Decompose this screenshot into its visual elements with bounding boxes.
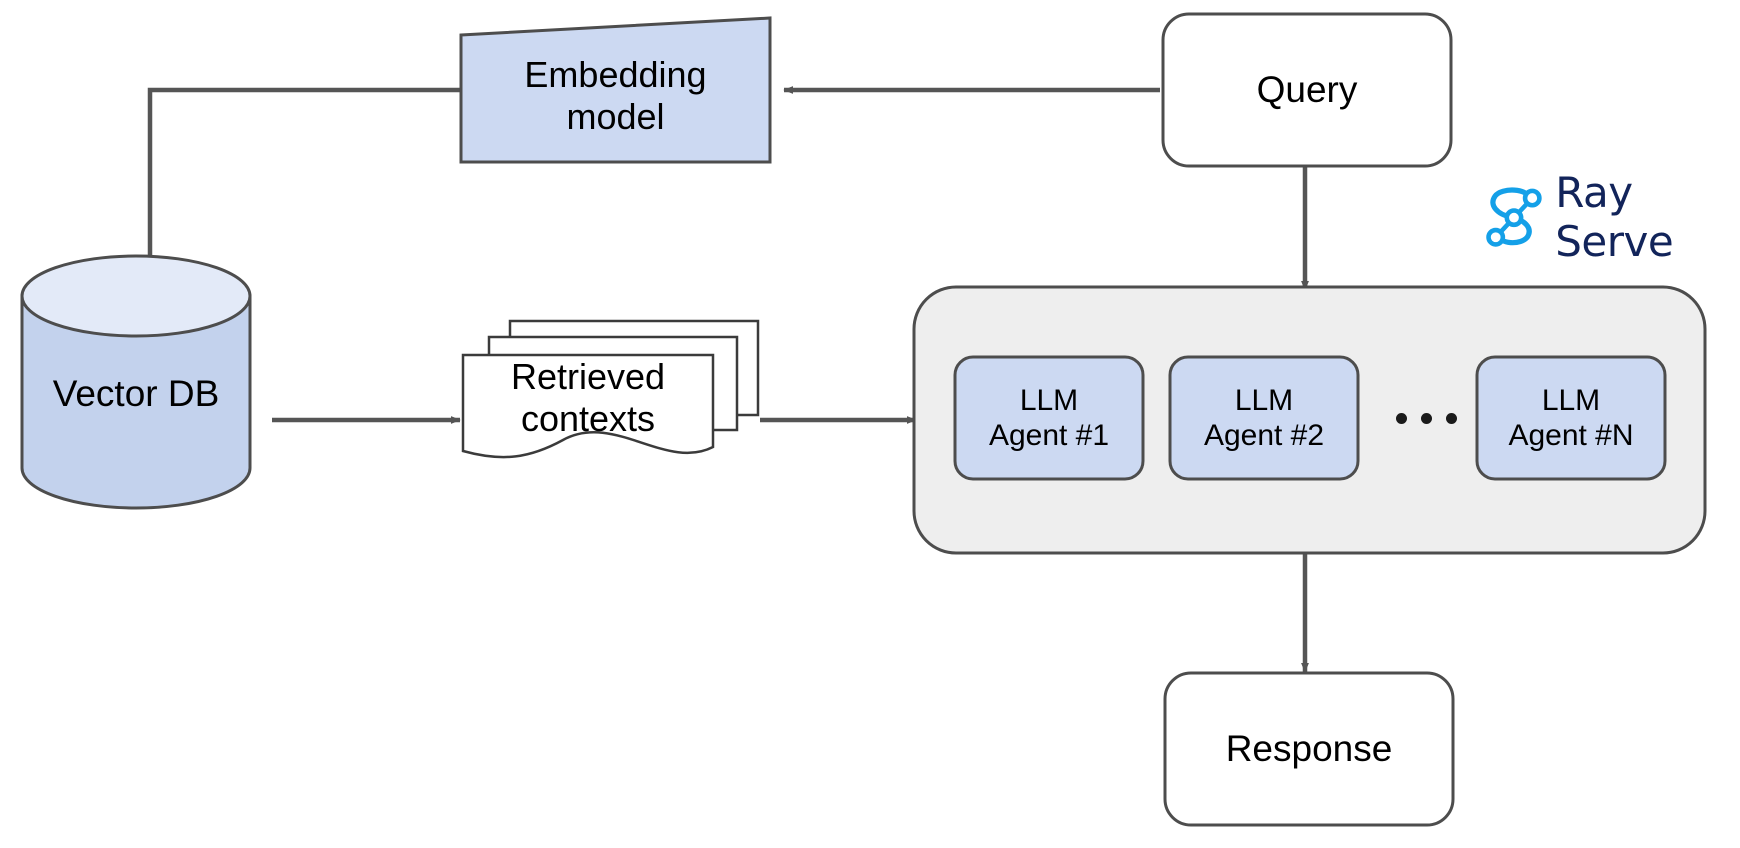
node-llm-agent-2[interactable] <box>1168 355 1360 481</box>
edge-embedding-to-vectordb <box>146 87 460 287</box>
node-vector-db[interactable] <box>20 254 252 510</box>
node-embedding-model[interactable] <box>459 16 772 164</box>
ray-logo-icon <box>1486 187 1542 247</box>
node-query[interactable] <box>1161 12 1453 168</box>
ray-serve-logo: Ray Serve <box>1482 168 1734 266</box>
node-retrieved-contexts[interactable] <box>461 319 760 459</box>
node-response[interactable] <box>1163 671 1455 827</box>
diagram-shapes <box>20 12 1707 827</box>
node-llm-agent-1[interactable] <box>953 355 1145 481</box>
ellipsis-dot <box>1396 413 1407 424</box>
diagram-canvas: Embedding model Query Vector DB Retrieve… <box>0 0 1740 848</box>
node-llm-agent-n[interactable] <box>1475 355 1667 481</box>
ellipsis-dot <box>1446 413 1457 424</box>
agents-ellipsis <box>1396 413 1457 424</box>
ellipsis-dot <box>1421 413 1432 424</box>
ray-serve-wordmark: Ray Serve <box>1555 168 1674 266</box>
